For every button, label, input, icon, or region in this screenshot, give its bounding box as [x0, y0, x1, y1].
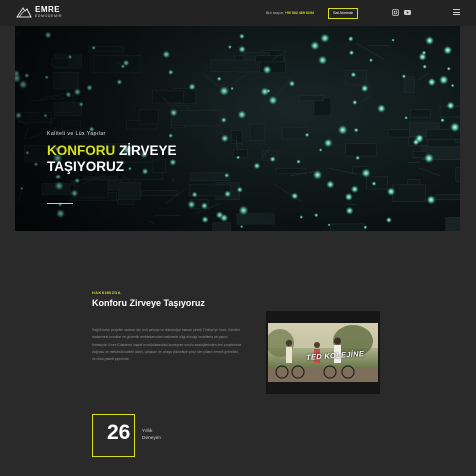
stat-label-line-1: Yıllık — [142, 429, 153, 434]
video-player[interactable]: TED KOLEJİNE — [266, 311, 380, 394]
logo-icon — [16, 7, 32, 18]
hero-kicker: Kaliteli ve Lüx Yapılar — [47, 131, 106, 137]
stat-label: Yıllık Deneyim — [142, 428, 161, 442]
contact-info: Bizi arayın: +90 532 469 0194 — [266, 11, 314, 15]
hamburger-menu-icon[interactable] — [453, 9, 460, 15]
hero-title-highlight: KONFORU — [47, 143, 116, 158]
about-body-text: Sağlık kalıcı projeleri sadece için önü … — [92, 328, 242, 362]
stat-label-line-2: Deneyim — [142, 436, 161, 441]
about-eyebrow: HAKKIMIZDA — [92, 291, 122, 295]
hero-title-line-2: TAŞIYORUZ — [47, 159, 124, 174]
logo-subtitle: EDMODEMIR — [35, 14, 63, 18]
quote-button[interactable]: Sat Alınmalı — [328, 8, 359, 19]
hero-overlay — [15, 26, 460, 231]
contact-phone[interactable]: +90 532 469 0194 — [285, 11, 314, 15]
contact-label: Bizi arayın: — [266, 11, 284, 15]
video-thumbnail[interactable]: TED KOLEJİNE — [268, 323, 378, 382]
logo-name: EMRE — [35, 5, 61, 14]
instagram-icon[interactable] — [392, 9, 399, 16]
hero-title: KONFORU ZİRVEYE TAŞIYORUZ — [47, 143, 177, 175]
top-navigation-bar: EMRE EDMODEMIR Bizi arayın: +90 532 469 … — [0, 0, 476, 26]
youtube-icon[interactable] — [404, 9, 411, 16]
hero-divider — [47, 203, 73, 204]
hero-title-rest: ZİRVEYE — [115, 143, 177, 158]
about-title: Konforu Zirveye Taşıyoruz — [92, 298, 205, 308]
hero-banner: Kaliteli ve Lüx Yapılar KONFORU ZİRVEYE … — [15, 26, 460, 231]
stat-number: 26 — [107, 421, 131, 444]
brand-logo[interactable]: EMRE EDMODEMIR — [16, 6, 62, 19]
